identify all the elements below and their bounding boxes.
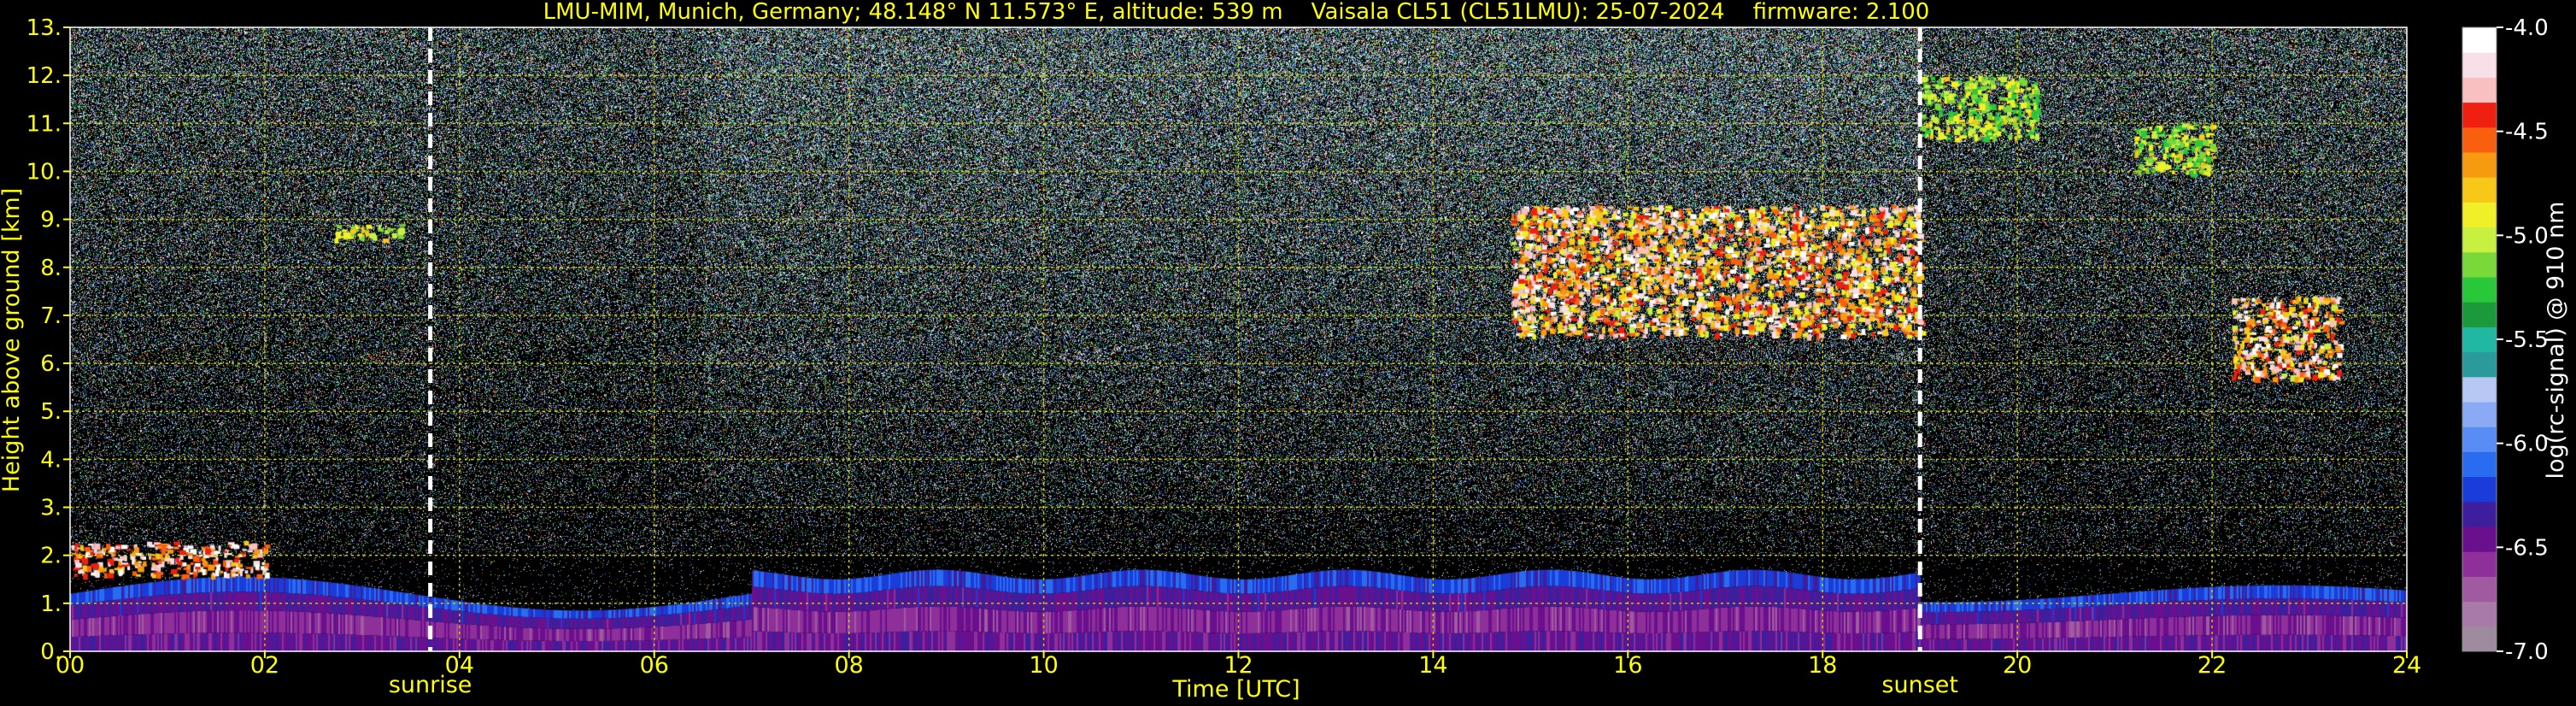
colorbar-swatch [2462,27,2497,53]
y-tick-label: 13. [26,15,62,41]
colorbar-swatch [2462,126,2497,153]
chart-svg: LMU-MIM, Munich, Germany; 48.148° N 11.5… [0,0,2569,703]
colorbar-tick-label: -6.5 [2505,535,2549,561]
colorbar-tick-label: -4.0 [2505,15,2549,41]
colorbar-swatch [2462,551,2497,577]
y-tick-label: 2. [40,544,62,569]
y-tick-label: 4. [40,447,62,473]
x-tick-label: 02 [250,652,279,679]
y-tick-label: 7. [40,303,62,329]
colorbar-swatch [2462,302,2497,327]
y-tick-label: 9. [40,208,62,233]
colorbar-swatch [2462,202,2497,228]
y-tick-label: 1. [40,591,62,617]
colorbar-tick-label: -7.0 [2505,639,2549,665]
colorbar-swatch [2462,102,2497,128]
x-tick-label: 04 [445,652,474,679]
colorbar-tick-label: -4.5 [2505,120,2549,145]
x-tick-label: 12 [1223,652,1253,679]
ceilometer-figure: LMU-MIM, Munich, Germany; 48.148° N 11.5… [0,0,2576,706]
x-tick-label: 22 [2198,652,2227,679]
x-tick-label: 14 [1418,652,1447,679]
colorbar-swatch [2462,77,2497,103]
x-tick-label: 08 [834,652,863,679]
y-tick-label: 11. [26,111,62,137]
colorbar-swatch [2462,427,2497,452]
colorbar-swatch [2462,402,2497,427]
colorbar-swatch [2462,451,2497,478]
x-tick-label: 16 [1613,652,1642,679]
x-tick-label: 24 [2392,652,2421,679]
colorbar-swatch [2462,476,2497,503]
colorbar-swatch [2462,251,2497,278]
x-axis-label: Time [UTC] [1171,676,1300,703]
x-tick-label: 18 [1808,652,1837,679]
colorbar-label: log(rc-signal) @ 910 nm [2543,202,2569,479]
y-tick-label: 8. [40,256,62,281]
y-tick-label: 5. [40,399,62,425]
y-axis-label: Height above ground [km] [0,188,25,492]
chart-title: LMU-MIM, Munich, Germany; 48.148° N 11.5… [543,0,1930,25]
colorbar-swatch [2462,527,2497,552]
colorbar-swatch [2462,177,2497,203]
sunset-label: sunset [1881,672,1958,698]
colorbar-swatch [2462,52,2497,78]
x-tick-label: 20 [2003,652,2032,679]
colorbar-swatch [2462,626,2497,652]
y-tick-label: 10. [26,159,62,185]
x-tick-label: 06 [640,652,669,679]
colorbar-swatch [2462,376,2497,403]
colorbar-swatch [2462,351,2497,378]
colorbar-swatch [2462,327,2497,353]
y-tick-label: 6. [40,351,62,377]
y-tick-label: 0. [40,639,62,665]
colorbar-swatch [2462,576,2497,603]
colorbar-swatch [2462,227,2497,253]
colorbar-swatch [2462,601,2497,627]
colorbar-swatch [2462,501,2497,527]
y-tick-label: 3. [40,496,62,521]
x-tick-label: 10 [1029,652,1058,679]
y-axis: 0. 1. 2. 3. 4. 5. 6. 7. 8. 9. 10. 11. 12. 13. [26,15,70,665]
colorbar-swatch [2462,152,2497,178]
colorbar: -7.0-6.5-6.0-5.5-5.0-4.5-4.0 [2462,15,2549,665]
y-tick-label: 12. [26,63,62,89]
colorbar-swatch [2462,277,2497,303]
